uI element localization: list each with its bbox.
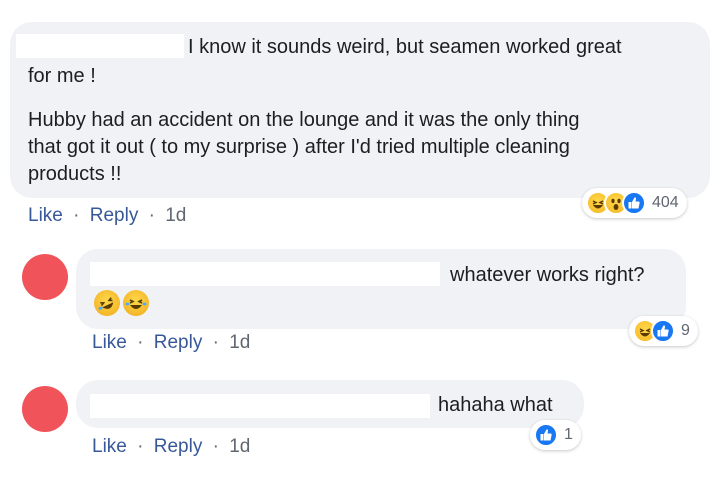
reaction-summary[interactable]: 9 bbox=[629, 316, 698, 346]
separator-dot: · bbox=[73, 205, 80, 226]
redacted-author-name bbox=[90, 262, 440, 286]
avatar[interactable] bbox=[22, 386, 68, 432]
comment-actions: Like · Reply · 1d bbox=[92, 332, 250, 354]
redacted-author-name bbox=[16, 34, 184, 58]
like-link[interactable]: Like bbox=[92, 436, 127, 457]
comment-text-line: I know it sounds weird, but seamen worke… bbox=[188, 36, 622, 58]
like-icon bbox=[651, 319, 675, 343]
comment-text-line: hahaha what bbox=[438, 394, 553, 416]
reply-link[interactable]: Reply bbox=[154, 332, 203, 353]
timestamp-link[interactable]: 1d bbox=[229, 332, 250, 353]
comment-text-line: that got it out ( to my surprise ) after… bbox=[28, 136, 570, 158]
comment-text-line: whatever works right? bbox=[450, 264, 645, 286]
rolling-laughing-emoji bbox=[94, 290, 120, 316]
comment-text-line: for me ! bbox=[28, 65, 96, 87]
reply-link[interactable]: Reply bbox=[90, 205, 139, 226]
reaction-count: 9 bbox=[681, 322, 690, 339]
comment-text-line: Hubby had an accident on the lounge and … bbox=[28, 109, 580, 131]
like-link[interactable]: Like bbox=[28, 205, 63, 226]
reply-link[interactable]: Reply bbox=[154, 436, 203, 457]
like-icon bbox=[534, 423, 558, 447]
timestamp-link[interactable]: 1d bbox=[229, 436, 250, 457]
avatar[interactable] bbox=[22, 254, 68, 300]
timestamp-link[interactable]: 1d bbox=[165, 205, 186, 226]
separator-dot: · bbox=[148, 205, 155, 226]
reaction-count: 404 bbox=[652, 194, 679, 211]
separator-dot: · bbox=[137, 332, 144, 353]
comment-bubble bbox=[76, 249, 686, 329]
separator-dot: · bbox=[212, 332, 219, 353]
laughing-tears-emoji bbox=[123, 290, 149, 316]
reaction-summary[interactable]: 404 bbox=[582, 188, 687, 218]
redacted-author-name bbox=[90, 394, 430, 418]
like-link[interactable]: Like bbox=[92, 332, 127, 353]
separator-dot: · bbox=[137, 436, 144, 457]
reaction-count: 1 bbox=[564, 426, 573, 443]
reaction-summary[interactable]: 1 bbox=[530, 420, 581, 450]
separator-dot: · bbox=[212, 436, 219, 457]
comment-actions: Like · Reply · 1d bbox=[92, 436, 250, 458]
like-icon bbox=[622, 191, 646, 215]
comment-text-line: products !! bbox=[28, 163, 122, 185]
comment-actions: Like · Reply · 1d bbox=[28, 205, 186, 227]
